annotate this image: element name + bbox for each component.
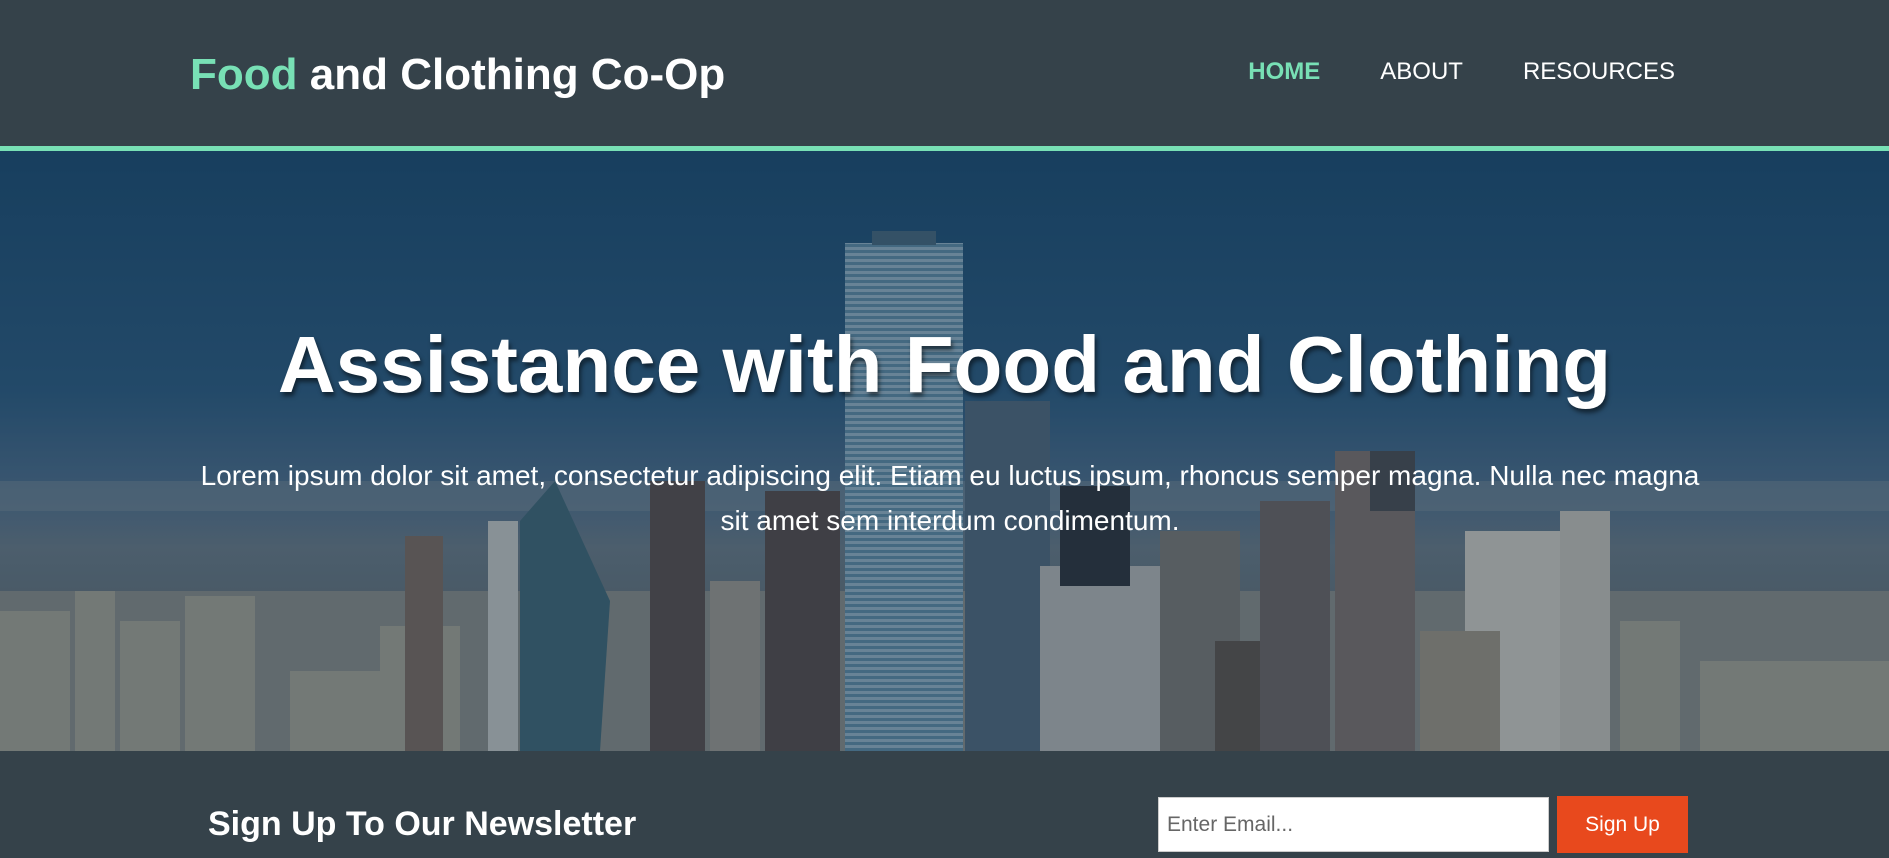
nav-resources[interactable]: RESOURCES	[1523, 58, 1675, 86]
newsletter-title: Sign Up To Our Newsletter	[208, 805, 637, 843]
nav-about[interactable]: ABOUT	[1380, 58, 1463, 86]
newsletter-section: Sign Up To Our Newsletter Sign Up	[0, 751, 1889, 858]
hero-showcase: Assistance with Food and Clothing Lorem …	[0, 151, 1889, 751]
site-header: Food and Clothing Co-Op HOME ABOUT RESOU…	[0, 0, 1889, 146]
hero-title: Assistance with Food and Clothing	[277, 320, 1612, 409]
nav-home[interactable]: HOME	[1248, 58, 1320, 86]
sign-up-button[interactable]: Sign Up	[1557, 796, 1688, 853]
hero-description: Lorem ipsum dolor sit amet, consectetur …	[200, 460, 1700, 536]
main-nav: HOME ABOUT RESOURCES	[1248, 58, 1675, 86]
hero-overlay	[0, 151, 1889, 751]
email-input[interactable]	[1158, 797, 1549, 852]
brand-name: and Clothing Co-Op	[297, 50, 726, 99]
brand-highlight: Food	[190, 50, 298, 99]
site-logo[interactable]: Food and Clothing Co-Op	[190, 50, 725, 100]
